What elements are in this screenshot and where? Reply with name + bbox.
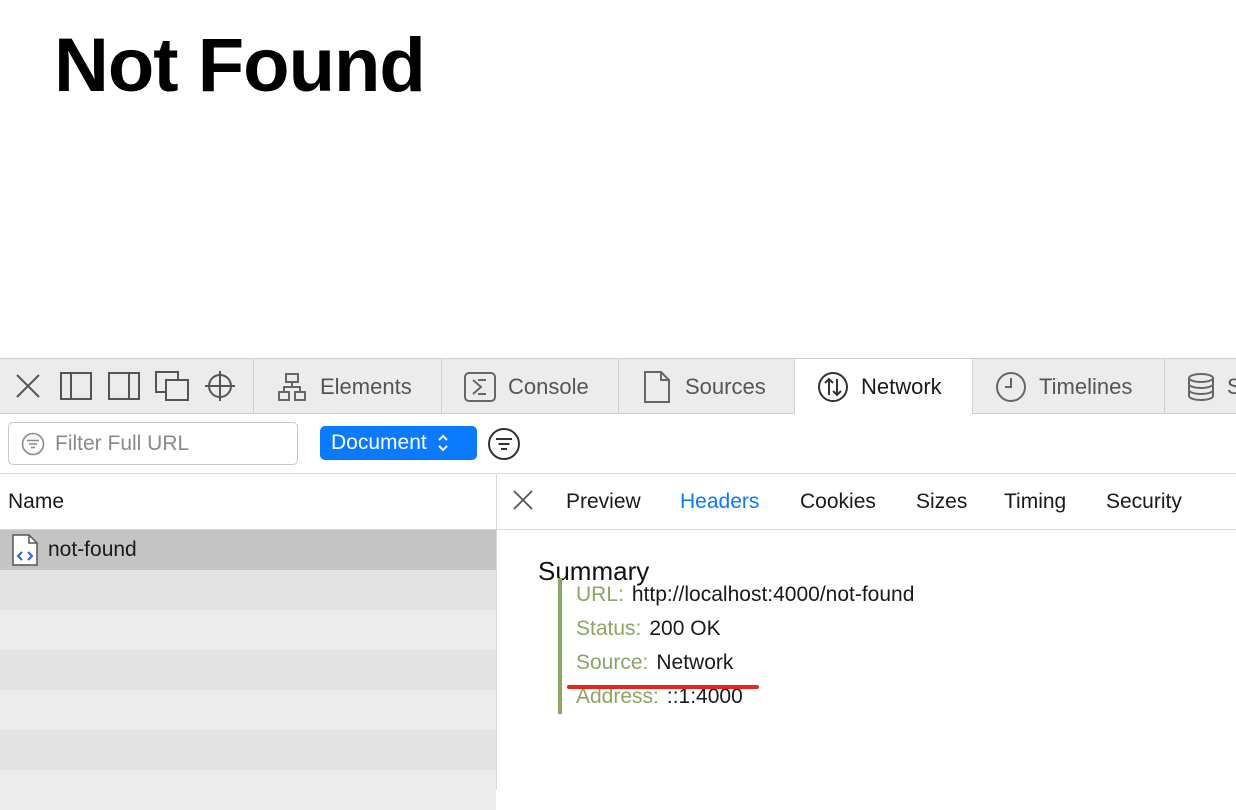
crosshair-icon	[205, 371, 235, 401]
tab-network[interactable]: Network	[794, 359, 972, 415]
close-icon	[513, 490, 533, 510]
dock-right-icon	[108, 372, 140, 400]
storage-icon	[1187, 371, 1215, 403]
list-item[interactable]: not-found	[0, 530, 496, 570]
summary-key: URL:	[576, 583, 624, 606]
tab-security[interactable]: Security	[1106, 474, 1182, 530]
empty-row	[0, 770, 496, 810]
devtools-tab-bar: Elements Console Sources Network Timelin…	[0, 358, 1236, 415]
dock-left-button[interactable]	[59, 369, 93, 403]
timelines-icon	[995, 371, 1027, 403]
filter-url-field[interactable]	[8, 422, 298, 465]
tab-preview[interactable]: Preview	[566, 474, 641, 530]
tab-label: S	[1227, 374, 1236, 400]
summary-value: 200 OK	[649, 617, 721, 640]
tab-label: Sources	[685, 373, 766, 399]
network-icon	[817, 371, 849, 403]
sources-icon	[641, 370, 673, 403]
close-devtools-button[interactable]	[11, 369, 45, 403]
chevron-updown-icon	[437, 432, 449, 454]
filter-icon	[21, 432, 45, 456]
status-annotation-underline	[567, 685, 759, 689]
page-content: Not Found	[0, 0, 1236, 358]
tab-sizes[interactable]: Sizes	[916, 474, 967, 530]
empty-row	[0, 570, 496, 610]
devtools-panel: Elements Console Sources Network Timelin…	[0, 358, 1236, 810]
dock-left-icon	[60, 372, 92, 400]
empty-row	[0, 610, 496, 650]
request-name: not-found	[48, 538, 137, 561]
request-list: Name not-found	[0, 474, 497, 810]
summary-source-row: Source: Network	[576, 646, 914, 680]
console-icon	[464, 371, 496, 403]
page-heading: Not Found	[54, 23, 426, 108]
tab-label: Timelines	[1039, 373, 1133, 399]
empty-row	[0, 650, 496, 690]
tab-cookies[interactable]: Cookies	[800, 474, 876, 530]
detail-tab-bar: Preview Headers Cookies Sizes Timing Sec…	[497, 474, 1236, 530]
summary-key: Source:	[576, 651, 649, 674]
summary-url-row: URL: http://localhost:4000/not-found	[576, 578, 914, 612]
tab-label: Network	[861, 374, 942, 399]
close-detail-button[interactable]	[511, 488, 537, 514]
close-icon	[16, 374, 40, 398]
resource-type-value: Document	[331, 431, 427, 454]
tab-label: Elements	[320, 373, 412, 399]
network-filter-bar: Document	[0, 414, 1236, 474]
tab-timelines[interactable]: Timelines	[972, 359, 1164, 414]
tab-sources[interactable]: Sources	[618, 359, 794, 414]
summary-key: Status:	[576, 617, 642, 640]
summary-value: http://localhost:4000/not-found	[631, 583, 915, 606]
tab-label: Console	[508, 373, 589, 399]
resource-type-select[interactable]: Document	[320, 426, 477, 460]
html-document-icon	[12, 534, 38, 566]
summary-value: Network	[656, 651, 734, 674]
dock-right-button[interactable]	[107, 369, 141, 403]
tab-storage[interactable]: S	[1164, 359, 1236, 414]
tab-headers[interactable]: Headers	[680, 474, 759, 530]
inspect-element-button[interactable]	[203, 369, 237, 403]
filter-options-icon	[488, 428, 520, 460]
empty-row	[0, 690, 496, 730]
request-detail-pane: Preview Headers Cookies Sizes Timing Sec…	[497, 474, 1236, 790]
tab-elements[interactable]: Elements	[253, 359, 441, 414]
summary-status-row: Status: 200 OK	[576, 612, 914, 646]
tab-timing[interactable]: Timing	[1004, 474, 1066, 530]
summary-list: URL: http://localhost:4000/not-found Sta…	[558, 578, 914, 714]
filter-url-input[interactable]	[53, 430, 277, 457]
empty-row	[0, 730, 496, 770]
detach-window-icon	[155, 371, 189, 401]
elements-icon	[276, 371, 308, 403]
tab-console[interactable]: Console	[441, 359, 618, 414]
detach-window-button[interactable]	[155, 369, 189, 403]
filter-options-button[interactable]	[486, 426, 522, 462]
column-header-name[interactable]: Name	[0, 474, 496, 530]
